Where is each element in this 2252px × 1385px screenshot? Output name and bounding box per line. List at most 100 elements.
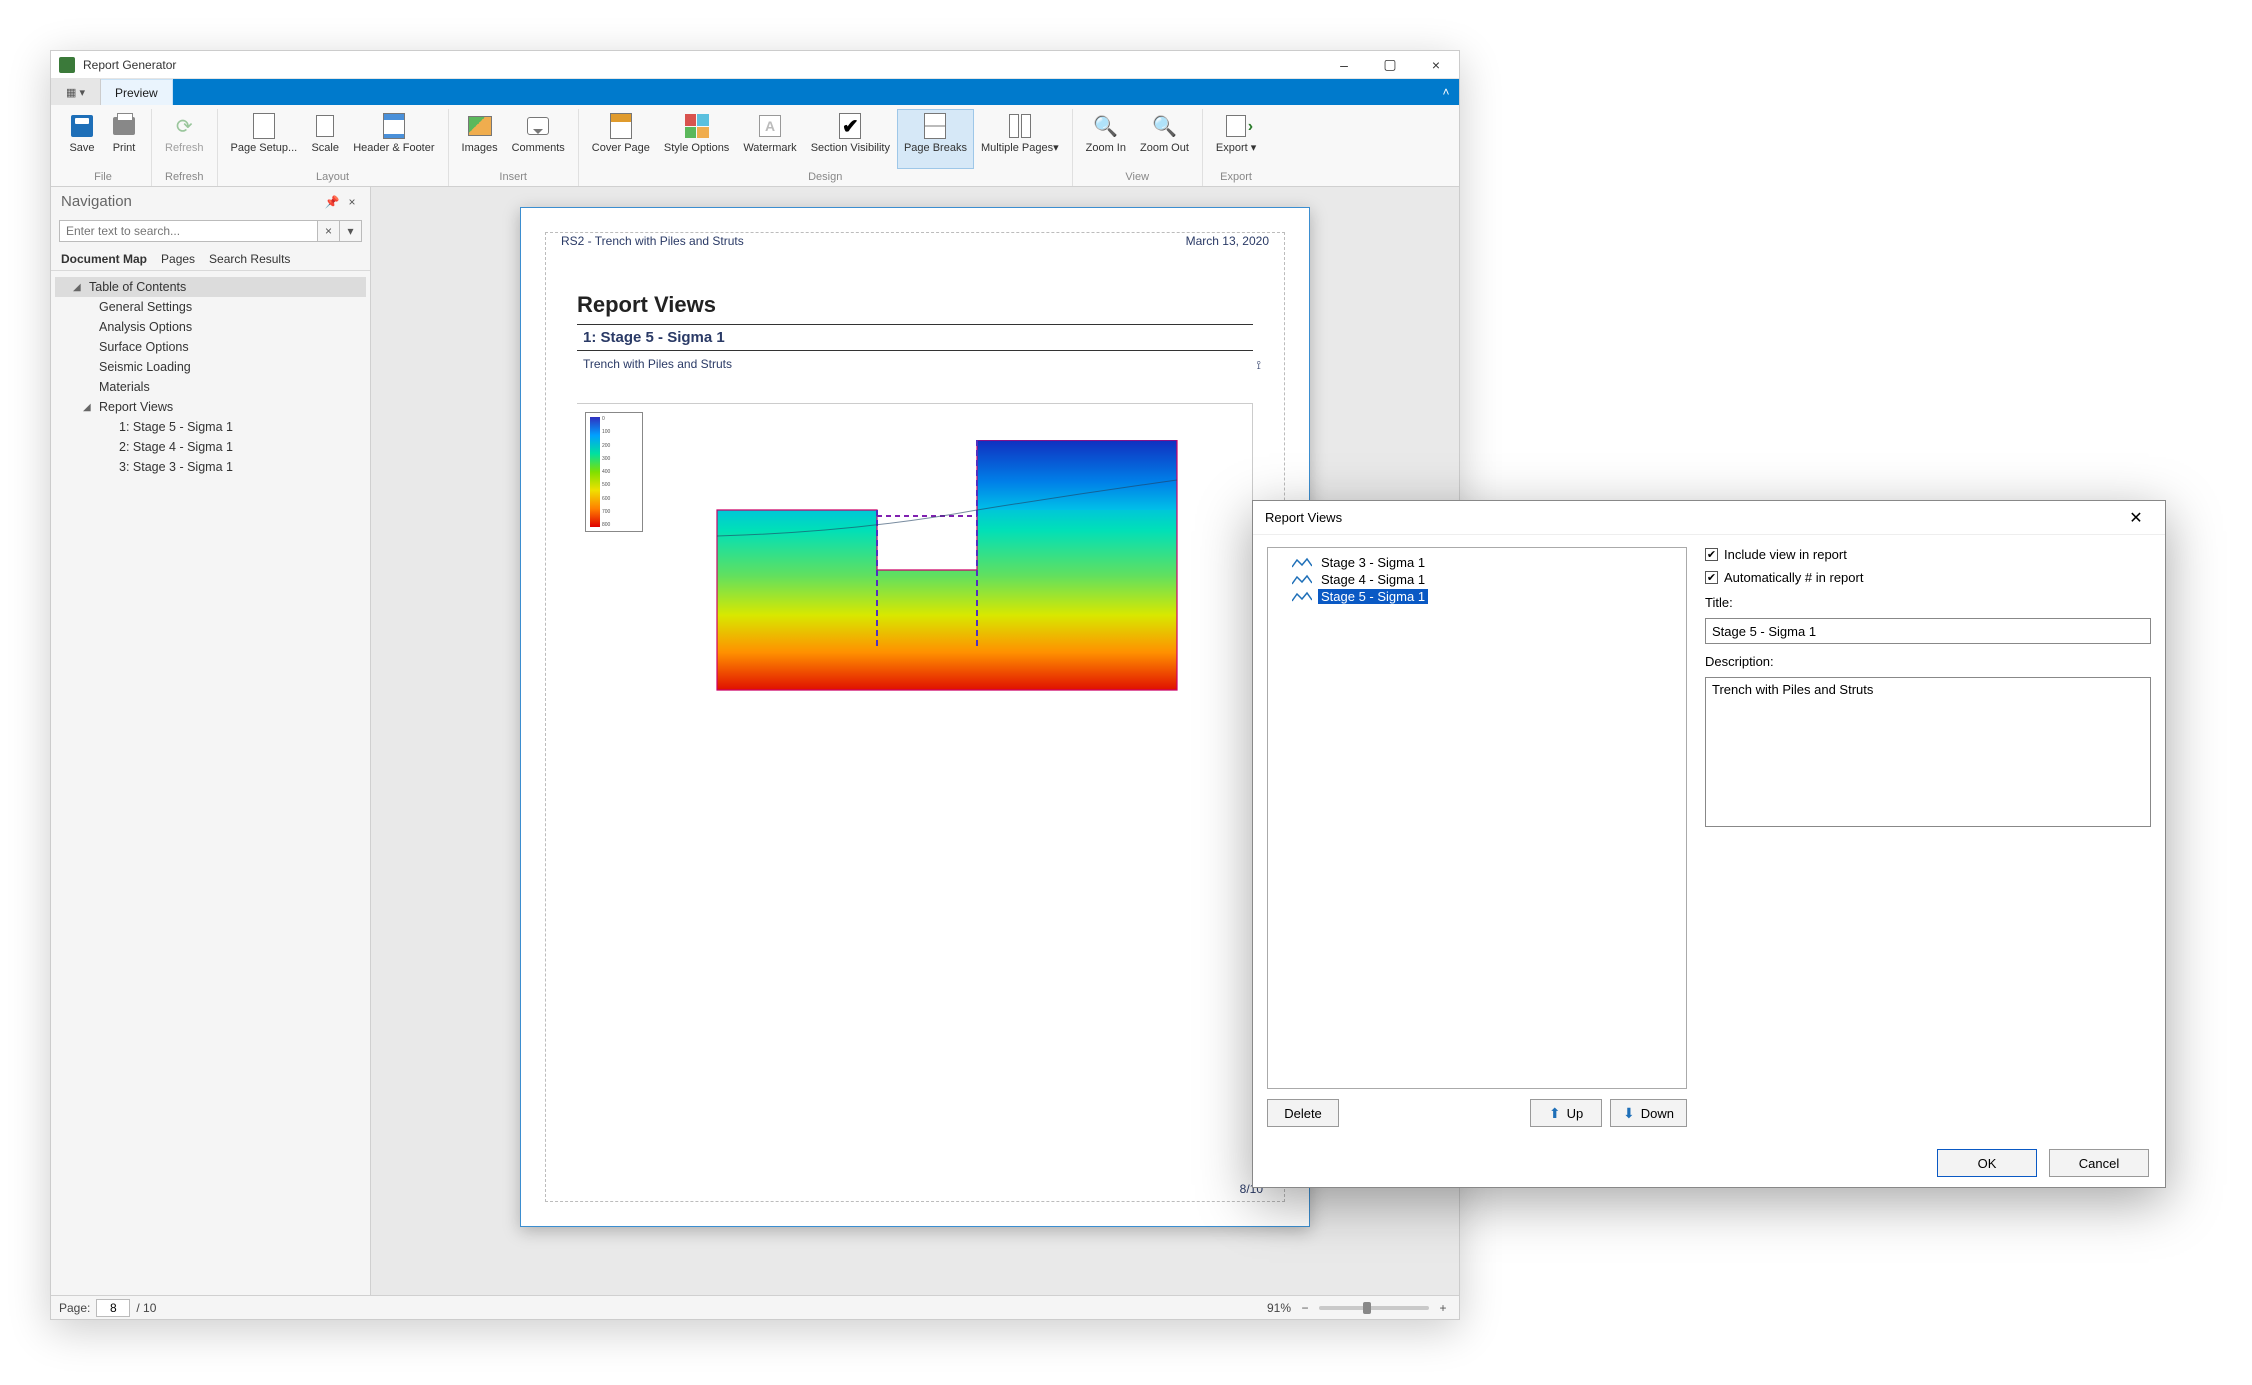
dialog-title: Report Views (1265, 510, 1342, 525)
navigation-search: × ▾ (59, 220, 362, 242)
export-icon (1226, 115, 1246, 137)
maximize-button[interactable]: ▢ (1367, 51, 1413, 79)
tree-item-report-views[interactable]: ◢Report Views (55, 397, 366, 417)
tree-item-rv3[interactable]: 3: Stage 3 - Sigma 1 (55, 457, 366, 477)
list-item[interactable]: Stage 4 - Sigma 1 (1272, 571, 1682, 588)
ribbon-group-export: Export ▾ Export (1203, 109, 1269, 186)
comments-icon (527, 117, 549, 135)
page-header-left: RS2 - Trench with Piles and Struts (561, 234, 744, 248)
navigation-title: Navigation (61, 193, 132, 210)
search-go-button[interactable]: ▾ (340, 220, 362, 242)
quick-access[interactable]: ▦ ▾ (51, 79, 101, 105)
scale-icon (316, 115, 334, 137)
zoom-out-button[interactable]: 🔍 Zoom Out (1133, 109, 1196, 169)
ribbon-group-insert: Images Comments Insert (449, 109, 579, 186)
page-setup-icon (253, 113, 275, 139)
multiple-pages-icon (1009, 114, 1031, 138)
navtab-search-results[interactable]: Search Results (209, 252, 290, 266)
ok-button[interactable]: OK (1937, 1149, 2037, 1177)
pin-icon[interactable]: 📌 (324, 194, 340, 210)
navigation-close-icon[interactable]: × (344, 194, 360, 210)
window-body: Navigation 📌 × × ▾ Document Map Pages Se… (51, 187, 1459, 1295)
ribbon-group-refresh: ⟳ Refresh Refresh (152, 109, 218, 186)
checkbox-icon: ✔ (1705, 571, 1718, 584)
dialog-footer: OK Cancel (1253, 1139, 2165, 1187)
views-listbox[interactable]: Stage 3 - Sigma 1 Stage 4 - Sigma 1 Stag… (1267, 547, 1687, 1089)
style-options-icon (685, 114, 709, 138)
ribbon-collapse-button[interactable]: ˄ (1433, 79, 1459, 105)
tree-item-general[interactable]: General Settings (55, 297, 366, 317)
description-field[interactable] (1705, 677, 2151, 827)
section-subtitle: Trench with Piles and Struts (577, 357, 1253, 383)
page-header-right: March 13, 2020 (1186, 234, 1269, 248)
cancel-button[interactable]: Cancel (2049, 1149, 2149, 1177)
zoom-slider-thumb[interactable] (1363, 1302, 1371, 1314)
titlebar: Report Generator – ▢ × (51, 51, 1459, 79)
legend-gradient (590, 417, 600, 527)
tree-item-toc[interactable]: ◢Table of Contents (55, 277, 366, 297)
page-breaks-button[interactable]: Page Breaks (897, 109, 974, 169)
list-item[interactable]: Stage 5 - Sigma 1 (1272, 588, 1682, 605)
tab-preview[interactable]: Preview (101, 79, 173, 105)
tree-item-materials[interactable]: Materials (55, 377, 366, 397)
search-clear-button[interactable]: × (318, 220, 340, 242)
delete-button[interactable]: Delete (1267, 1099, 1339, 1127)
title-field[interactable] (1705, 618, 2151, 644)
page-setup-button[interactable]: Page Setup... (224, 109, 305, 169)
tree-item-seismic[interactable]: Seismic Loading (55, 357, 366, 377)
window-title: Report Generator (83, 58, 1321, 72)
app-icon (59, 57, 75, 73)
navtab-document-map[interactable]: Document Map (61, 252, 147, 266)
zoom-in-icon: 🔍 (1092, 112, 1120, 140)
page-anchor-icon: ⟟ (1257, 358, 1261, 373)
minimize-button[interactable]: – (1321, 51, 1367, 79)
checkbox-icon: ✔ (1705, 548, 1718, 561)
close-button[interactable]: × (1413, 51, 1459, 79)
arrow-down-icon: ⬇ (1623, 1105, 1635, 1122)
contour-plot (677, 440, 1197, 696)
zoom-out-icon: 🔍 (1150, 112, 1178, 140)
status-page-total: / 10 (136, 1301, 156, 1315)
save-icon (71, 115, 93, 137)
print-button[interactable]: Print (103, 109, 145, 169)
status-page-input[interactable] (96, 1299, 130, 1317)
status-bar: Page: / 10 91% − + (51, 1295, 1459, 1319)
tree-item-rv2[interactable]: 2: Stage 4 - Sigma 1 (55, 437, 366, 457)
refresh-button[interactable]: ⟳ Refresh (158, 109, 211, 169)
comments-button[interactable]: Comments (505, 109, 572, 169)
dialog-close-button[interactable]: ✕ (2119, 501, 2153, 535)
ribbon-group-layout: Page Setup... Scale Header & Footer Layo… (218, 109, 449, 186)
zoom-in-button[interactable]: 🔍 Zoom In (1079, 109, 1133, 169)
color-legend: 0100200300400500600700800 (585, 412, 643, 532)
down-button[interactable]: ⬇Down (1610, 1099, 1687, 1127)
scale-button[interactable]: Scale (304, 109, 346, 169)
search-input[interactable] (59, 220, 318, 242)
document-map-tree: ◢Table of Contents General Settings Anal… (51, 271, 370, 1295)
cover-page-button[interactable]: Cover Page (585, 109, 657, 169)
up-button[interactable]: ⬆Up (1530, 1099, 1602, 1127)
zoom-plus-button[interactable]: + (1435, 1301, 1451, 1315)
multiple-pages-button[interactable]: Multiple Pages▾ (974, 109, 1066, 169)
view-thumb-icon (1292, 574, 1312, 586)
style-options-button[interactable]: Style Options (657, 109, 736, 169)
tree-item-surface[interactable]: Surface Options (55, 337, 366, 357)
ribbon-group-design: Cover Page Style Options A Watermark ✔ S… (579, 109, 1073, 186)
export-button[interactable]: Export ▾ (1209, 109, 1263, 169)
autonumber-checkbox[interactable]: ✔ Automatically # in report (1705, 570, 2151, 585)
list-item[interactable]: Stage 3 - Sigma 1 (1272, 554, 1682, 571)
zoom-minus-button[interactable]: − (1297, 1301, 1313, 1315)
section-visibility-icon: ✔ (839, 113, 861, 139)
images-button[interactable]: Images (455, 109, 505, 169)
header-footer-button[interactable]: Header & Footer (346, 109, 441, 169)
tree-item-rv1[interactable]: 1: Stage 5 - Sigma 1 (55, 417, 366, 437)
view-thumb-icon (1292, 591, 1312, 603)
include-checkbox[interactable]: ✔ Include view in report (1705, 547, 2151, 562)
tree-item-analysis[interactable]: Analysis Options (55, 317, 366, 337)
navtab-pages[interactable]: Pages (161, 252, 195, 266)
zoom-slider[interactable] (1319, 1306, 1429, 1310)
save-button[interactable]: Save (61, 109, 103, 169)
status-zoom-value: 91% (1267, 1301, 1291, 1315)
navigation-pane: Navigation 📌 × × ▾ Document Map Pages Se… (51, 187, 371, 1295)
watermark-button[interactable]: A Watermark (736, 109, 803, 169)
section-visibility-button[interactable]: ✔ Section Visibility (804, 109, 897, 169)
